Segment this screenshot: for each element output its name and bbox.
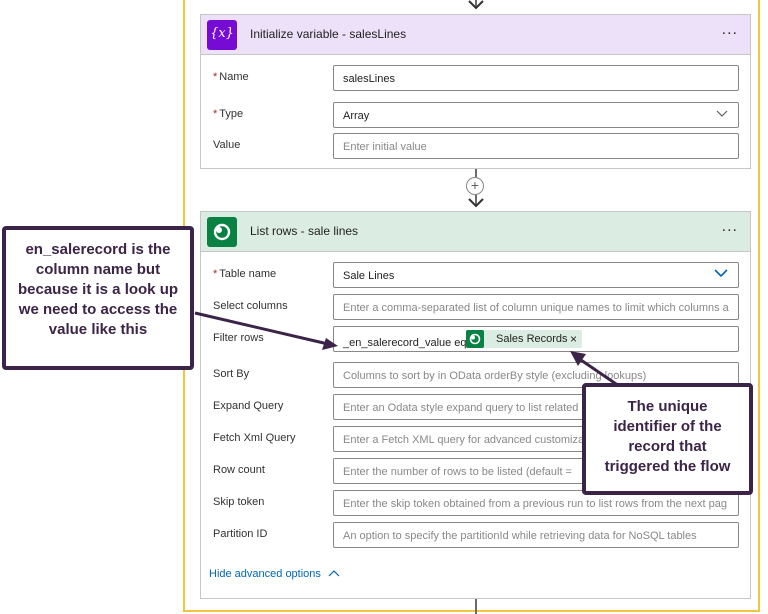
callout-right-text: The unique identifier of the record that… [604,398,731,475]
arrowhead-left [322,338,338,350]
annotation-callout-left: en_salerecord is the column name but bec… [2,226,194,370]
arrowhead-right [570,351,586,366]
callout-left-text: en_salerecord is the column name but bec… [17,241,179,338]
annotation-arrow-left [194,311,329,346]
annotation-callout-right: The unique identifier of the record that… [582,383,753,495]
